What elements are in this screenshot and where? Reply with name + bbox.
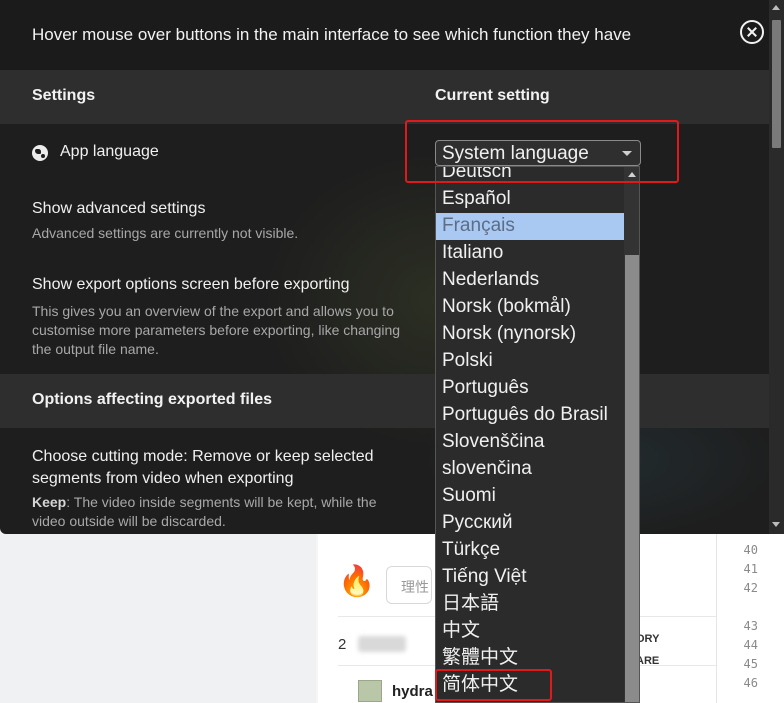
language-option[interactable]: 日本語 [436,591,624,618]
language-option[interactable]: Tiếng Việt [436,564,624,591]
app-language-label: App language [60,143,159,160]
settings-column-header: Settings [32,87,96,104]
background-search-input[interactable]: 理性 [386,566,432,604]
exported-files-section-header: Options affecting exported files [0,374,769,428]
line-number: 44 [743,638,758,652]
background-username[interactable]: hydra [392,683,433,700]
avatar[interactable] [358,680,382,702]
language-option[interactable]: 简体中文 [436,672,624,699]
globe-icon [32,145,48,161]
dropdown-scrollbar[interactable] [624,167,639,702]
background-blurred-name [358,636,406,652]
language-option[interactable]: Norsk (bokmål) [436,294,624,321]
settings-modal: Hover mouse over buttons in the main int… [0,0,769,534]
cutting-mode-description: Keep: The video inside segments will be … [32,493,412,531]
dropdown-scrollbar-thumb[interactable] [625,255,639,702]
language-dropdown-list: Deutsch Español Français Italiano Nederl… [435,166,640,703]
app-language-select-value: System language [442,143,589,164]
advanced-settings-label: Show advanced settings [32,200,206,217]
line-number: 46 [743,676,758,690]
background-search-placeholder: 理性 [401,579,429,595]
exported-files-section-title: Options affecting exported files [32,391,273,408]
line-number-gutter: 40 41 42 43 44 45 46 [716,530,784,703]
language-option[interactable]: Español [436,186,624,213]
language-option[interactable]: 中文 [436,618,624,645]
cutting-mode-description-text: : The video inside segments will be kept… [32,494,377,529]
language-option[interactable]: Polski [436,348,624,375]
line-number: 42 [743,581,758,595]
language-option[interactable]: Português do Brasil [436,402,624,429]
hint-text: Hover mouse over buttons in the main int… [32,25,632,44]
line-number: 45 [743,657,758,671]
language-option[interactable]: Português [436,375,624,402]
language-option[interactable]: Italiano [436,240,624,267]
advanced-settings-description: Advanced settings are currently not visi… [32,225,299,241]
settings-table-header: Settings Current setting [0,70,769,124]
export-options-label: Show export options screen before export… [32,276,350,293]
language-option[interactable]: Slovenščina [436,429,624,456]
modal-scrollbar[interactable] [769,0,784,534]
language-option[interactable]: Nederlands [436,267,624,294]
line-number: 43 [743,619,758,633]
scroll-down-arrow[interactable] [772,522,780,527]
language-option[interactable]: Norsk (nynorsk) [436,321,624,348]
language-option[interactable]: Türkçe [436,537,624,564]
close-icon[interactable] [740,20,764,44]
scroll-up-arrow[interactable] [628,172,636,177]
background-left-panel [0,530,316,703]
language-option[interactable]: Русский [436,510,624,537]
scroll-up-arrow[interactable] [772,5,780,10]
background-user-two: 2 [338,636,347,653]
language-option[interactable]: 繁體中文 [436,645,624,672]
language-option-selected[interactable]: Français [436,213,624,240]
cutting-mode-keep-label: Keep [32,494,67,510]
fire-icon: 🔥 [338,565,376,598]
chevron-down-icon [622,151,632,156]
line-number: 40 [743,543,758,557]
language-option[interactable]: Suomi [436,483,624,510]
hint-bar: Hover mouse over buttons in the main int… [0,0,769,70]
cutting-mode-label: Choose cutting mode: Remove or keep sele… [32,448,374,487]
line-number: 41 [743,562,758,576]
modal-scrollbar-thumb[interactable] [772,20,781,148]
language-option[interactable]: Deutsch [436,167,624,186]
current-setting-column-header: Current setting [435,87,550,104]
app-language-select[interactable]: System language [435,140,641,166]
language-option[interactable]: slovenčina [436,456,624,483]
export-options-description: This gives you an overview of the export… [32,303,401,357]
